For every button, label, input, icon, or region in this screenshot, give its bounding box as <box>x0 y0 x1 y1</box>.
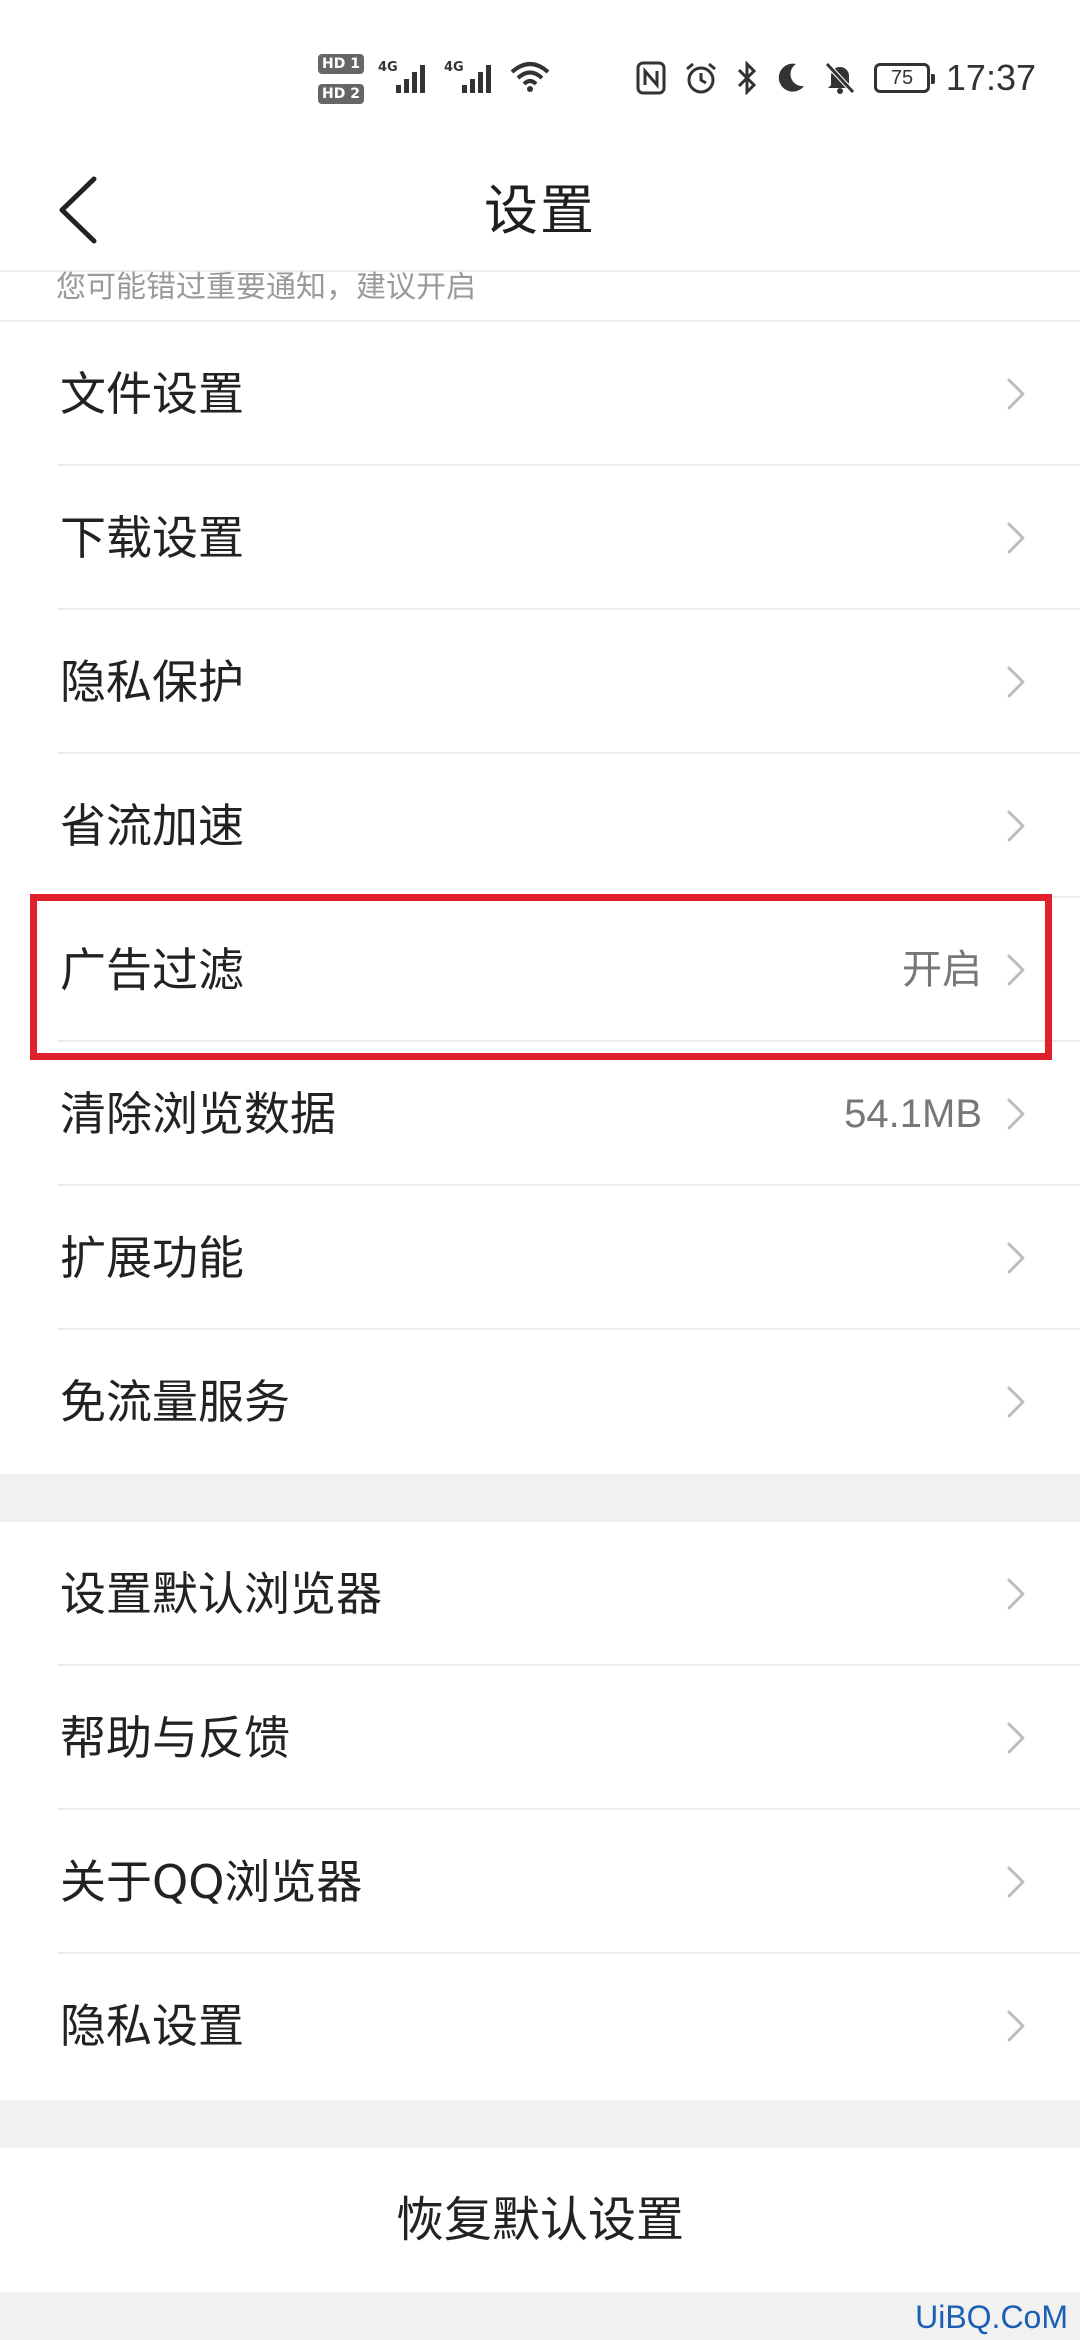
hd2-badge: HD 2 <box>318 84 364 104</box>
signal-icon-2: 4G <box>444 60 491 93</box>
section-divider <box>0 2100 1080 2148</box>
chevron-right-icon <box>1007 666 1025 698</box>
settings-item-label: 免流量服务 <box>60 1375 290 1429</box>
clear-data-size: 54.1MB <box>844 1092 982 1136</box>
bluetooth-icon <box>737 61 757 95</box>
settings-item-help-feedback[interactable]: 帮助与反馈 <box>0 1666 1080 1810</box>
chevron-right-icon <box>1007 1386 1025 1418</box>
settings-item-about[interactable]: 关于QQ浏览器 <box>0 1810 1080 1954</box>
status-bar: HD 1 HD 2 4G 4G 75 17:37 <box>0 0 1080 150</box>
restore-defaults-button[interactable]: 恢复默认设置 <box>0 2148 1080 2292</box>
watermark-text: UiBQ.CoM <box>915 2299 1068 2335</box>
settings-item-label: 关于QQ浏览器 <box>60 1855 363 1909</box>
net1-label: 4G <box>378 60 398 75</box>
settings-item-privacy-protection[interactable]: 隐私保护 <box>0 610 1080 754</box>
settings-item-free-data[interactable]: 免流量服务 <box>0 1330 1080 1474</box>
settings-item-label: 扩展功能 <box>60 1231 244 1285</box>
notification-hint-row[interactable]: 您可能错过重要通知，建议开启 <box>0 272 1080 322</box>
settings-item-ad-filter[interactable]: 广告过滤 开启 <box>0 898 1080 1042</box>
settings-item-privacy-settings[interactable]: 隐私设置 <box>0 1954 1080 2098</box>
settings-item-default-browser[interactable]: 设置默认浏览器 <box>0 1522 1080 1666</box>
chevron-right-icon <box>1007 1722 1025 1754</box>
battery-level: 75 <box>890 66 914 89</box>
wifi-icon <box>510 62 550 92</box>
chevron-right-icon <box>1007 1866 1025 1898</box>
chevron-right-icon <box>1007 378 1025 410</box>
settings-item-data-saver[interactable]: 省流加速 <box>0 754 1080 898</box>
notification-hint-text: 您可能错过重要通知，建议开启 <box>56 270 476 305</box>
settings-item-label: 帮助与反馈 <box>60 1711 290 1765</box>
settings-item-label: 清除浏览数据 <box>60 1087 336 1141</box>
settings-item-label: 文件设置 <box>60 367 244 421</box>
alarm-icon <box>686 62 716 94</box>
settings-item-extensions[interactable]: 扩展功能 <box>0 1186 1080 1330</box>
nfc-icon <box>636 61 666 95</box>
hd-indicator: HD 1 HD 2 <box>318 50 364 110</box>
chevron-right-icon <box>1007 810 1025 842</box>
header-bar: 设置 <box>0 150 1080 272</box>
bell-off-icon <box>825 62 855 94</box>
moon-icon <box>778 63 804 92</box>
ad-filter-status: 开启 <box>902 948 982 992</box>
chevron-right-icon <box>1007 1242 1025 1274</box>
settings-item-label: 广告过滤 <box>60 943 244 997</box>
chevron-right-icon <box>1007 1098 1025 1130</box>
status-icons: 75 <box>636 56 935 100</box>
settings-item-label: 设置默认浏览器 <box>60 1567 382 1621</box>
settings-item-clear-data[interactable]: 清除浏览数据 54.1MB <box>0 1042 1080 1186</box>
settings-item-file[interactable]: 文件设置 <box>0 322 1080 466</box>
chevron-right-icon <box>1007 522 1025 554</box>
hd1-badge: HD 1 <box>318 54 364 74</box>
page-title: 设置 <box>484 179 596 242</box>
settings-item-label: 隐私设置 <box>60 1999 244 2053</box>
chevron-right-icon <box>1007 1578 1025 1610</box>
settings-item-label: 隐私保护 <box>60 655 244 709</box>
signal-icon: 4G <box>378 60 425 93</box>
settings-item-label: 省流加速 <box>60 799 244 853</box>
chevron-right-icon <box>1007 2010 1025 2042</box>
chevron-right-icon <box>1007 954 1025 986</box>
clock: 17:37 <box>945 57 1036 98</box>
settings-group-main: 文件设置 下载设置 隐私保护 省流加速 广告过滤 开启 清除浏览数据 54.1M… <box>0 322 1080 1474</box>
net2-label: 4G <box>444 60 464 75</box>
settings-item-label: 下载设置 <box>60 511 244 565</box>
battery-indicator: 75 <box>874 63 935 93</box>
signal-group: 4G 4G <box>378 52 550 102</box>
settings-group-other: 设置默认浏览器 帮助与反馈 关于QQ浏览器 隐私设置 <box>0 1522 1080 2098</box>
settings-item-download[interactable]: 下载设置 <box>0 466 1080 610</box>
section-divider <box>0 1474 1080 1522</box>
